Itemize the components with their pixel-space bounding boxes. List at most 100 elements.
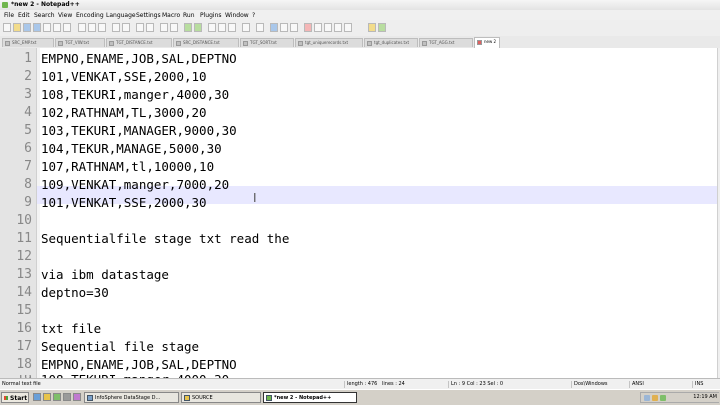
task-label: InfoSphere DataStage D... <box>95 395 161 401</box>
paste-icon[interactable] <box>98 23 106 32</box>
zoom-in-icon[interactable] <box>160 23 168 32</box>
code-line[interactable]: Sequentialfile stage txt read the <box>41 231 289 246</box>
file-icon <box>367 41 372 46</box>
save-all-icon[interactable] <box>33 23 41 32</box>
start-button[interactable]: Start <box>1 392 29 403</box>
sync-horizontal-icon[interactable] <box>194 23 202 32</box>
menu-plugins[interactable]: Plugins <box>200 12 222 19</box>
tab-tgt-uniquerecords[interactable]: tgt_uniquerecords.txt <box>295 38 363 47</box>
status-insert-mode: INS <box>692 381 703 388</box>
menu-window[interactable]: Window <box>225 12 249 19</box>
status-eol: Dos\Windows <box>571 381 608 388</box>
sync-vertical-icon[interactable] <box>184 23 192 32</box>
tray-volume-icon[interactable] <box>660 395 666 401</box>
menu-settings[interactable]: Settings <box>136 12 161 19</box>
file-icon <box>243 41 248 46</box>
menu-view[interactable]: View <box>58 12 72 19</box>
tab-label: tgt_uniquerecords.txt <box>305 40 349 45</box>
line-number: 2 <box>24 69 32 84</box>
tab-src-emp[interactable]: SRC_EMP.txt <box>2 38 54 47</box>
task-notepad-plus-plus[interactable]: *new 2 - Notepad++ <box>263 392 357 403</box>
menu-language[interactable]: Language <box>106 12 136 19</box>
menu-macro[interactable]: Macro <box>162 12 180 19</box>
code-line[interactable]: 109,VENKAT,manger,7000,20 <box>41 177 229 192</box>
save-macro-icon[interactable] <box>344 23 352 32</box>
code-line[interactable]: deptno=30 <box>41 285 109 300</box>
zoom-out-icon[interactable] <box>170 23 178 32</box>
line-number: 16 <box>16 321 32 336</box>
code-line[interactable]: txt file <box>41 321 101 336</box>
task-infosphere-datastage[interactable]: InfoSphere DataStage D... <box>84 392 179 403</box>
close-file-icon[interactable] <box>43 23 51 32</box>
record-macro-icon[interactable] <box>304 23 312 32</box>
tab-tgt-distance[interactable]: TGT_DISTANCE.txt <box>106 38 172 47</box>
tray-app-icon[interactable] <box>652 395 658 401</box>
tab-label: TGT_AGG.txt <box>429 40 455 45</box>
monitoring-icon[interactable] <box>290 23 298 32</box>
tab-src-distance[interactable]: SRC_DISTANCE.txt <box>173 38 239 47</box>
print-icon[interactable] <box>63 23 71 32</box>
copy-icon[interactable] <box>88 23 96 32</box>
word-wrap-icon[interactable] <box>208 23 216 32</box>
doc-map-icon[interactable] <box>256 23 264 32</box>
tab-tgt-agg[interactable]: TGT_AGG.txt <box>419 38 473 47</box>
stop-macro-icon[interactable] <box>314 23 322 32</box>
find-icon[interactable] <box>136 23 144 32</box>
code-line[interactable]: EMPNO,ENAME,JOB,SAL,DEPTNO <box>41 357 237 372</box>
indent-guide-icon[interactable] <box>228 23 236 32</box>
quicklaunch-desktop-icon[interactable] <box>53 393 61 401</box>
code-line[interactable]: EMPNO,ENAME,JOB,SAL,DEPTNO <box>41 51 237 66</box>
quicklaunch-explorer-icon[interactable] <box>43 393 51 401</box>
code-line[interactable]: 101,VENKAT,SSE,2000,10 <box>41 69 207 84</box>
new-file-icon[interactable] <box>3 23 11 32</box>
line-number: 17 <box>16 339 32 354</box>
menu-edit[interactable]: Edit <box>18 12 30 19</box>
text-editor[interactable]: 1 EMPNO,ENAME,JOB,SAL,DEPTNO 2 101,VENKA… <box>0 48 720 378</box>
status-file-type: Normal text file <box>2 381 41 387</box>
code-line[interactable]: 107,RATHNAM,tl,10000,10 <box>41 159 214 174</box>
code-line-current[interactable]: 101,VENKAT,SSE,2000,30 <box>41 195 207 210</box>
code-line[interactable]: via ibm datastage <box>41 267 169 282</box>
run-macro-multiple-icon[interactable] <box>334 23 342 32</box>
code-line[interactable]: 108,TEKURI,manger,4000,30 <box>41 87 229 102</box>
close-all-icon[interactable] <box>53 23 61 32</box>
tray-network-icon[interactable] <box>644 395 650 401</box>
quicklaunch-app-icon[interactable] <box>63 393 71 401</box>
show-all-chars-icon[interactable] <box>218 23 226 32</box>
code-line[interactable]: 102,RATHNAM,TL,3000,20 <box>41 105 207 120</box>
notepad-plus-plus-icon <box>2 2 8 8</box>
file-icon <box>58 41 63 46</box>
function-list-icon[interactable] <box>270 23 278 32</box>
code-line[interactable]: 104,TEKUR,MANAGE,5000,30 <box>41 141 222 156</box>
line-number: 13 <box>16 267 32 282</box>
tab-new-2[interactable]: new 2 <box>474 37 500 48</box>
code-line[interactable]: 103,TEKURI,MANAGER,9000,30 <box>41 123 237 138</box>
task-source-folder[interactable]: SOURCE <box>181 392 261 403</box>
undo-icon[interactable] <box>112 23 120 32</box>
tab-tgt-sort[interactable]: TGT_SORT.txt <box>240 38 294 47</box>
folder-workspace-icon[interactable] <box>280 23 288 32</box>
line-number: 9 <box>24 195 32 210</box>
menu-help[interactable]: ? <box>252 12 255 19</box>
spell-check-icon[interactable] <box>368 23 376 32</box>
code-line[interactable]: Sequential file stage <box>41 339 199 354</box>
unsaved-file-icon <box>477 40 482 45</box>
redo-icon[interactable] <box>122 23 130 32</box>
cut-icon[interactable] <box>78 23 86 32</box>
replace-icon[interactable] <box>146 23 154 32</box>
launch-browser-icon[interactable] <box>378 23 386 32</box>
tab-tgt-duplicates[interactable]: tgt_duplicates.txt <box>364 38 418 47</box>
open-file-icon[interactable] <box>13 23 21 32</box>
lang-define-icon[interactable] <box>242 23 250 32</box>
tab-tgt-viw[interactable]: TGT_VIW.txt <box>55 38 105 47</box>
menu-search[interactable]: Search <box>34 12 55 19</box>
save-icon[interactable] <box>23 23 31 32</box>
tab-label: TGT_SORT.txt <box>250 40 277 45</box>
menu-run[interactable]: Run <box>183 12 195 19</box>
quicklaunch-app2-icon[interactable] <box>73 393 81 401</box>
play-macro-icon[interactable] <box>324 23 332 32</box>
menu-file[interactable]: File <box>4 12 14 19</box>
quicklaunch-ie-icon[interactable] <box>33 393 41 401</box>
taskbar-clock[interactable]: 12:19 AM <box>693 394 717 400</box>
menu-encoding[interactable]: Encoding <box>76 12 104 19</box>
